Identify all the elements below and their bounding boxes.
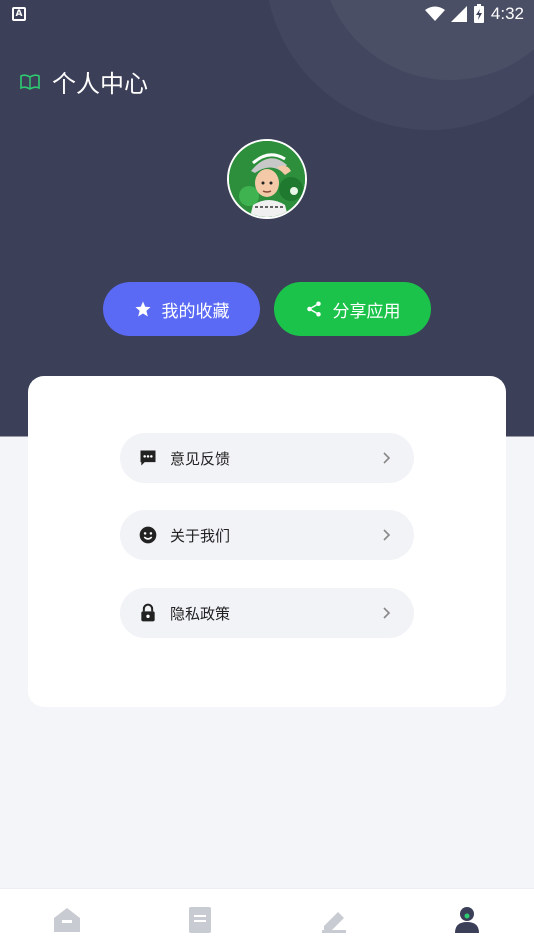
star-icon — [135, 301, 150, 317]
menu-item-privacy-policy[interactable]: 隐私政策 — [120, 588, 414, 638]
chevron-right-icon — [383, 452, 391, 464]
document-icon — [189, 906, 212, 933]
menu-item-label: 隐私政策 — [170, 604, 231, 623]
profile-icon — [455, 906, 480, 933]
smiley-icon — [139, 526, 157, 544]
nav-documents[interactable] — [170, 895, 230, 945]
status-time: 4:32 — [490, 4, 524, 23]
avatar[interactable] — [227, 139, 307, 219]
chevron-right-icon — [383, 607, 391, 619]
menu-card: 意见反馈 关于我们 隐私政策 — [28, 376, 506, 707]
share-app-button[interactable]: 分享应用 — [274, 282, 431, 336]
menu-item-feedback[interactable]: 意见反馈 — [120, 433, 414, 483]
page-title: 个人中心 — [52, 70, 148, 98]
favorites-label: 我的收藏 — [161, 301, 230, 322]
lock-icon — [141, 603, 155, 622]
signal-icon — [450, 6, 467, 22]
favorites-button[interactable]: 我的收藏 — [103, 282, 260, 336]
nav-edit[interactable] — [304, 895, 364, 945]
book-open-icon — [20, 73, 40, 90]
edit-icon — [321, 911, 346, 933]
battery-charging-icon — [473, 4, 484, 23]
page-header: 个人中心 — [20, 64, 148, 99]
app-notification-icon: A — [12, 7, 26, 21]
bottom-nav — [0, 888, 534, 950]
nav-profile[interactable] — [437, 895, 497, 945]
home-icon — [53, 907, 80, 932]
share-icon — [306, 301, 321, 317]
status-bar: A 4:32 — [0, 0, 534, 30]
menu-item-label: 关于我们 — [170, 526, 231, 545]
nav-home[interactable] — [37, 895, 97, 945]
wifi-icon — [424, 6, 445, 21]
status-indicators: 4:32 — [424, 4, 524, 24]
share-label: 分享应用 — [332, 301, 401, 322]
menu-item-about-us[interactable]: 关于我们 — [120, 510, 414, 560]
chat-bubble-icon — [140, 450, 156, 466]
menu-item-label: 意见反馈 — [170, 449, 231, 468]
chevron-right-icon — [383, 529, 391, 541]
